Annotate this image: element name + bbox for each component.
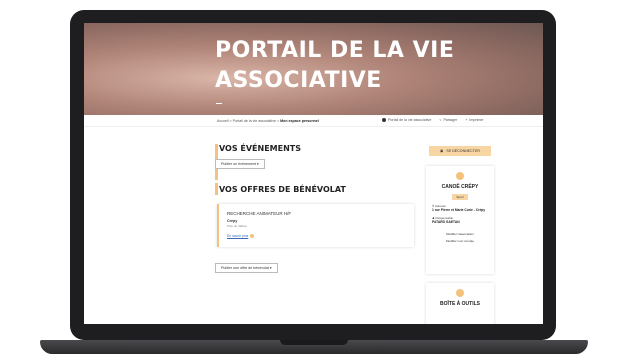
laptop-notch xyxy=(280,340,348,345)
toolbox-card: BOÎTE À OUTILS xyxy=(426,283,494,324)
portal-label: Portail de la vie associative xyxy=(388,118,432,122)
hero-banner: PORTAIL DE LA VIE ASSOCIATIVE xyxy=(84,23,543,115)
manager-value: PATARD GAETAN xyxy=(432,220,460,224)
share-label: Partager xyxy=(443,118,458,122)
user-icon xyxy=(382,118,386,122)
toolbox-title: BOÎTE À OUTILS xyxy=(440,301,480,307)
volunteer-title: VOS OFFRES DE BÉNÉVOLAT xyxy=(219,185,346,194)
breadcrumb[interactable]: Accueil > Portail de la vie associative … xyxy=(217,119,319,123)
page-actions: Portail de la vie associative < Partager … xyxy=(382,118,484,122)
breadcrumb-path[interactable]: Accueil > Portail de la vie associative … xyxy=(217,119,280,123)
edit-association-link[interactable]: Modifier l'association xyxy=(426,232,494,236)
arrow-icon xyxy=(250,234,255,239)
publish-event-label: Publier un événement xyxy=(221,162,256,166)
publish-offer-button[interactable]: Publier une offre de bénévolat ▾ xyxy=(215,263,278,273)
association-name: CANOË CRÉPY xyxy=(441,184,479,190)
edit-account-link[interactable]: Modifier mon compte xyxy=(426,239,494,243)
share-icon: < xyxy=(439,118,442,122)
screen: PORTAIL DE LA VIE ASSOCIATIVE Accueil > … xyxy=(84,23,543,324)
breadcrumb-current: Mon espace personnel xyxy=(280,119,319,123)
publish-offer-label: Publier une offre de bénévolat xyxy=(221,266,269,270)
print-label: Imprimer xyxy=(469,118,484,122)
hero-title-line1: PORTAIL DE LA VIE xyxy=(215,38,455,63)
print-icon: + xyxy=(465,118,468,122)
category-tag: Sport xyxy=(452,194,468,200)
hero-dash xyxy=(216,103,222,104)
hero-title-line2: ASSOCIATIVE xyxy=(215,68,382,93)
manager-block: ♟ Responsable PATARD GAETAN xyxy=(432,216,494,224)
volunteer-offer-card[interactable]: RECHERCHE ANIMATEUR H/F Crépy Pôle de Va… xyxy=(217,204,414,247)
address-value: 1 rue Pierre et Marie Curie - Crépy xyxy=(432,208,486,212)
logout-icon: ▣ xyxy=(440,149,444,153)
hero-title: PORTAIL DE LA VIE ASSOCIATIVE xyxy=(215,36,515,96)
breadcrumb-bar: Accueil > Portail de la vie associative … xyxy=(84,115,543,127)
logout-button[interactable]: ▣ SE DÉCONNECTER xyxy=(429,146,491,156)
publish-event-button[interactable]: Publier un événement ▾ xyxy=(215,159,265,169)
association-card: CANOË CRÉPY Sport ⚲ Adresse 1 rue Pierre… xyxy=(426,166,494,274)
offer-link-label: En savoir plus xyxy=(227,234,249,238)
share-button[interactable]: < Partager xyxy=(439,118,457,122)
offer-link[interactable]: En savoir plus xyxy=(227,234,255,239)
print-button[interactable]: + Imprimer xyxy=(465,118,483,122)
portal-link[interactable]: Portail de la vie associative xyxy=(382,118,431,122)
toolbox-icon xyxy=(456,289,464,297)
address-block: ⚲ Adresse 1 rue Pierre et Marie Curie - … xyxy=(432,204,494,212)
laptop-frame: PORTAIL DE LA VIE ASSOCIATIVE Accueil > … xyxy=(0,0,628,361)
volunteer-accent xyxy=(215,183,218,195)
offer-subtitle: Pôle de Valbon xyxy=(227,224,248,228)
offer-title: RECHERCHE ANIMATEUR H/F xyxy=(227,211,292,216)
association-icon xyxy=(456,172,464,180)
logout-label: SE DÉCONNECTER xyxy=(446,149,480,153)
events-title: VOS ÉVÉNEMENTS xyxy=(219,144,302,153)
offer-city: Crépy xyxy=(227,219,238,223)
